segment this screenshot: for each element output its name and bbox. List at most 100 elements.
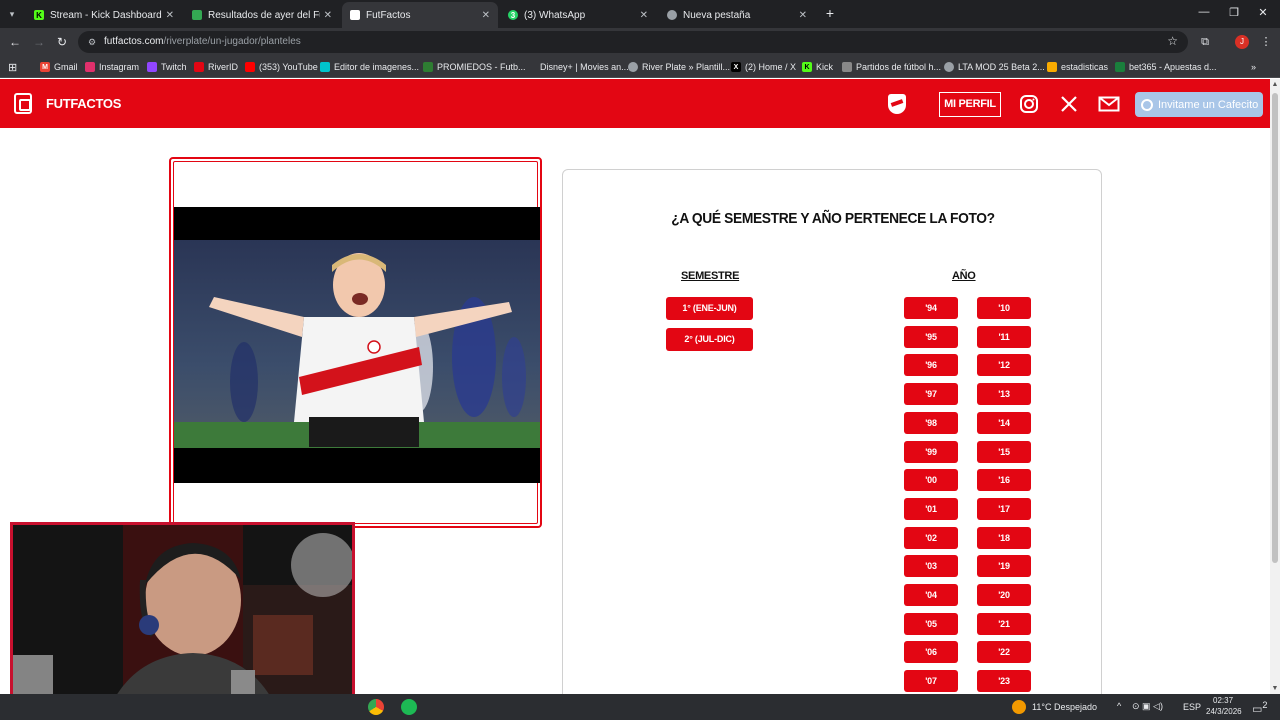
year-option[interactable]: '22 <box>977 641 1031 664</box>
extensions-icon[interactable]: ⧉ <box>1197 34 1213 50</box>
apps-icon[interactable]: ⊞ <box>8 60 17 74</box>
year-option[interactable]: '12 <box>977 354 1031 377</box>
bookmark-kick[interactable]: K Kick <box>802 60 833 74</box>
year-option[interactable]: '15 <box>977 440 1031 463</box>
tray-apps-icon[interactable]: ⊙ ▣ ◁) <box>1132 701 1163 712</box>
year-option[interactable]: '14 <box>977 411 1031 434</box>
more-bookmarks-icon[interactable]: » <box>1251 60 1256 74</box>
cafecito-label: Invitame un Cafecito <box>1158 98 1259 111</box>
year-option[interactable]: '20 <box>977 584 1031 606</box>
weather-text[interactable]: 11°C Despejado <box>1032 702 1097 712</box>
bookmark-disney[interactable]: Disney+ | Movies an... <box>540 60 629 74</box>
bookmark-riverid[interactable]: RiverID <box>194 60 238 74</box>
restore-icon[interactable]: ❐ <box>1226 6 1242 19</box>
language-indicator[interactable]: ESP <box>1183 702 1201 712</box>
brand-name[interactable]: FUTFACTOS <box>46 96 121 111</box>
year-option[interactable]: '01 <box>904 497 958 520</box>
tab-resultados[interactable]: Resultados de ayer del Futbol A ✕ <box>184 2 340 28</box>
year-option[interactable]: '06 <box>904 641 958 664</box>
year-option[interactable]: '98 <box>904 411 958 434</box>
bookmark-label: Instagram <box>99 62 140 72</box>
close-icon[interactable]: ✕ <box>799 10 807 21</box>
year-option[interactable]: '04 <box>904 584 958 606</box>
weather-icon[interactable] <box>1012 700 1026 714</box>
tab-futfactos[interactable]: FutFactos ✕ <box>342 2 498 28</box>
river-shield-icon[interactable] <box>888 94 906 114</box>
bookmark-river-plantilla[interactable]: River Plate » Plantill... <box>628 60 730 74</box>
url-text: futfactos.com/riverplate/un-jugador/plan… <box>104 36 301 47</box>
mi-perfil-button[interactable]: MI PERFIL <box>939 92 1001 117</box>
year-option[interactable]: '10 <box>977 297 1031 319</box>
year-option[interactable]: '05 <box>904 612 958 635</box>
reload-icon[interactable]: ↻ <box>54 34 70 50</box>
year-option[interactable]: '07 <box>904 670 958 693</box>
tab-kick-dashboard[interactable]: K Stream - Kick Dashboard ✕ <box>26 2 182 28</box>
year-option[interactable]: '95 <box>904 325 958 348</box>
notifications-icon[interactable]: ▭2 <box>1252 700 1268 716</box>
year-option[interactable]: '21 <box>977 612 1031 635</box>
year-option[interactable]: '00 <box>904 469 958 492</box>
scroll-down-icon[interactable]: ▼ <box>1271 685 1279 692</box>
instagram-icon[interactable] <box>1019 94 1039 114</box>
tray-chevron-icon[interactable]: ^ <box>1117 701 1121 711</box>
futfactos-logo-icon[interactable] <box>14 93 32 114</box>
spotify-taskbar-icon[interactable] <box>401 699 417 715</box>
menu-icon[interactable]: ⋮ <box>1258 34 1274 50</box>
bookmark-lta-mod[interactable]: LTA MOD 25 Beta 2... <box>944 60 1045 74</box>
page-scrollbar[interactable]: ▲ ▼ <box>1270 79 1280 694</box>
minimize-icon[interactable]: — <box>1196 6 1212 18</box>
quiz-panel: ¿A QUÉ SEMESTRE Y AÑO PERTENECE LA FOTO?… <box>562 169 1102 709</box>
x-twitter-icon[interactable] <box>1059 94 1079 114</box>
year-option[interactable]: '03 <box>904 555 958 578</box>
partidos-icon <box>842 62 852 72</box>
back-icon[interactable]: ← <box>7 34 23 50</box>
new-tab-button[interactable]: + <box>822 5 838 21</box>
year-option[interactable]: '99 <box>904 440 958 463</box>
close-icon[interactable]: ✕ <box>166 10 174 21</box>
semester-option-1[interactable]: 1° (ENE-JUN) <box>666 297 753 320</box>
year-option[interactable]: '94 <box>904 297 958 319</box>
scroll-up-icon[interactable]: ▲ <box>1271 81 1279 88</box>
year-option[interactable]: '17 <box>977 497 1031 520</box>
year-option[interactable]: '96 <box>904 354 958 377</box>
year-option[interactable]: '23 <box>977 670 1031 693</box>
close-icon[interactable]: ✕ <box>482 10 490 21</box>
bookmark-bet365[interactable]: bet365 - Apuestas d... <box>1115 60 1217 74</box>
close-icon[interactable]: ✕ <box>640 10 648 21</box>
year-option[interactable]: '18 <box>977 526 1031 549</box>
forward-icon[interactable]: → <box>31 34 47 50</box>
mail-icon[interactable] <box>1098 94 1120 114</box>
year-option[interactable]: '97 <box>904 383 958 406</box>
year-option[interactable]: '16 <box>977 469 1031 492</box>
player-photo <box>174 207 540 483</box>
bookmark-partidos[interactable]: Partidos de fútbol h... <box>842 60 941 74</box>
cafecito-button[interactable]: Invitame un Cafecito <box>1135 92 1263 117</box>
url-bar[interactable]: ⚙ futfactos.com/riverplate/un-jugador/pl… <box>78 31 1188 53</box>
tab-search-icon[interactable]: ▾ <box>4 6 20 22</box>
year-option[interactable]: '02 <box>904 526 958 549</box>
close-icon[interactable]: ✕ <box>324 10 332 21</box>
tab-whatsapp[interactable]: 3 (3) WhatsApp ✕ <box>500 2 656 28</box>
window-close-icon[interactable]: ✕ <box>1255 6 1271 19</box>
bookmark-promiedos[interactable]: PROMIEDOS - Futb... <box>423 60 526 74</box>
site-info-icon[interactable]: ⚙ <box>86 36 98 48</box>
bookmark-editor[interactable]: Editor de imagenes... <box>320 60 419 74</box>
bookmark-gmail[interactable]: M Gmail <box>40 60 78 74</box>
bookmark-twitch[interactable]: Twitch <box>147 60 187 74</box>
semester-option-2[interactable]: 2° (JUL-DIC) <box>666 328 753 351</box>
year-option[interactable]: '19 <box>977 555 1031 578</box>
clock-date[interactable]: 24/3/2026 <box>1206 707 1242 716</box>
year-option[interactable]: '11 <box>977 325 1031 348</box>
clock-time[interactable]: 02:37 <box>1213 696 1233 705</box>
year-option[interactable]: '13 <box>977 383 1031 406</box>
bookmark-x[interactable]: X (2) Home / X <box>731 60 796 74</box>
tab-nueva-pestana[interactable]: Nueva pestaña ✕ <box>659 2 815 28</box>
scroll-thumb[interactable] <box>1272 93 1278 563</box>
chrome-taskbar-icon[interactable] <box>368 699 384 715</box>
bookmark-star-icon[interactable]: ☆ <box>1167 34 1178 48</box>
profile-avatar[interactable]: J <box>1235 35 1249 49</box>
bookmark-youtube[interactable]: (353) YouTube <box>245 60 318 74</box>
bookmark-label: estadisticas <box>1061 62 1109 72</box>
bookmark-instagram[interactable]: Instagram <box>85 60 139 74</box>
bookmark-estadisticas[interactable]: estadisticas <box>1047 60 1108 74</box>
